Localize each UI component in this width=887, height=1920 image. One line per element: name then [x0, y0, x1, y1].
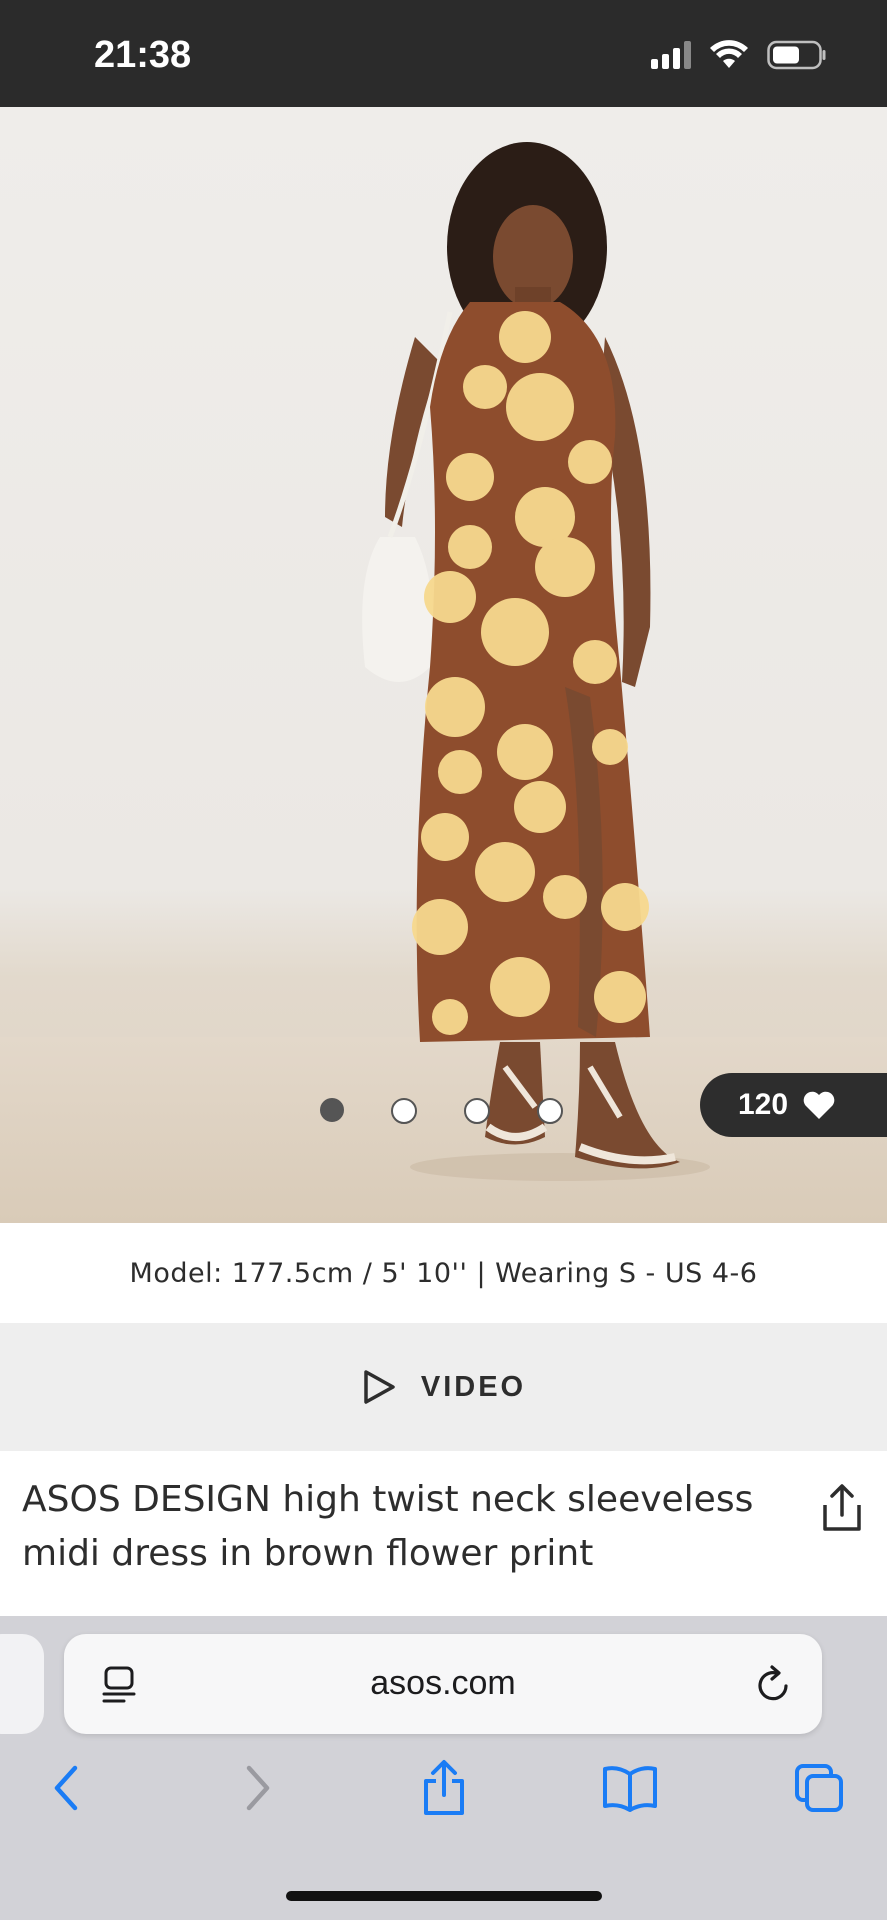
browser-share-button[interactable]: [414, 1756, 474, 1820]
bookmarks-button[interactable]: [600, 1756, 660, 1820]
cellular-signal-icon: [651, 41, 691, 69]
status-time: 21:38: [94, 34, 192, 76]
video-label: VIDEO: [420, 1370, 527, 1403]
status-bar: 21:38: [0, 0, 887, 107]
carousel-dot-4[interactable]: [537, 1098, 563, 1124]
wifi-icon: [710, 40, 748, 68]
chevron-left-icon: [54, 1765, 78, 1811]
product-title: ASOS DESIGN high twist neck sleeveless m…: [22, 1479, 754, 1574]
carousel-dot-1[interactable]: [320, 1098, 344, 1122]
share-icon[interactable]: [819, 1483, 865, 1533]
carousel-dots: [320, 1098, 563, 1124]
back-button[interactable]: [36, 1756, 96, 1820]
carousel-dot-3[interactable]: [464, 1098, 490, 1124]
share-icon: [424, 1760, 464, 1815]
product-header: ASOS DESIGN high twist neck sleeveless m…: [0, 1451, 887, 1616]
model-size-info: Model: 177.5cm / 5' 10'' | Wearing S - U…: [0, 1223, 887, 1323]
video-button[interactable]: VIDEO: [0, 1323, 887, 1451]
home-indicator[interactable]: [286, 1891, 602, 1901]
like-count: 120: [738, 1088, 789, 1121]
save-for-later-button[interactable]: 120: [700, 1073, 887, 1137]
forward-button[interactable]: [228, 1756, 288, 1820]
tabs-button[interactable]: [790, 1756, 850, 1820]
book-icon: [603, 1766, 657, 1812]
tabs-icon: [795, 1764, 843, 1812]
url-text[interactable]: asos.com: [64, 1664, 822, 1703]
carousel-dot-2[interactable]: [391, 1098, 417, 1124]
product-photo: [362, 142, 710, 1181]
previous-tab-preview[interactable]: [0, 1634, 44, 1734]
browser-toolbar: [0, 1756, 887, 1856]
reload-icon[interactable]: [754, 1664, 792, 1704]
chevron-right-icon: [246, 1765, 270, 1811]
heart-icon: [803, 1091, 835, 1119]
product-image-carousel[interactable]: 120: [0, 107, 887, 1223]
browser-chrome: asos.com: [0, 1616, 887, 1920]
battery-icon: [767, 40, 826, 70]
status-icons: [651, 40, 827, 70]
play-icon: [364, 1370, 395, 1404]
address-bar[interactable]: asos.com: [64, 1634, 822, 1734]
